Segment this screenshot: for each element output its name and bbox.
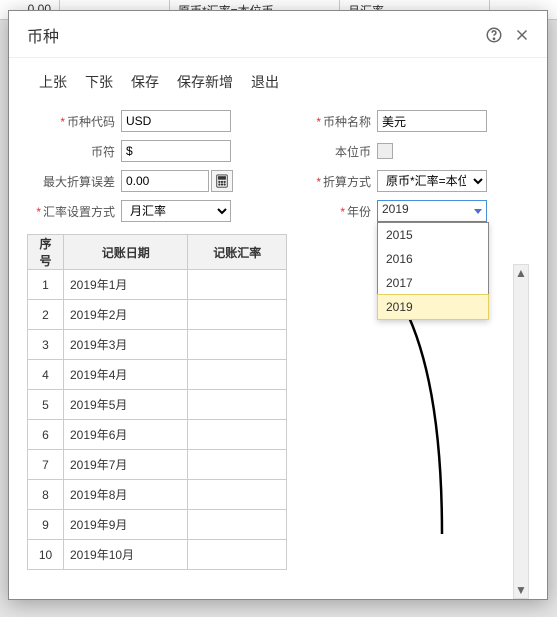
table-row[interactable]: 52019年5月 (28, 390, 287, 420)
cell-rate[interactable] (188, 540, 287, 570)
cell-index: 10 (28, 540, 64, 570)
input-max-error[interactable] (121, 170, 209, 192)
cell-index: 1 (28, 270, 64, 300)
cell-date: 2019年2月 (64, 300, 188, 330)
cell-rate[interactable] (188, 420, 287, 450)
cell-rate[interactable] (188, 360, 287, 390)
year-option[interactable]: 2015 (378, 223, 488, 247)
year-option[interactable]: 2017 (378, 271, 488, 295)
table-row[interactable]: 42019年4月 (28, 360, 287, 390)
checkbox-base-currency[interactable] (377, 143, 393, 159)
cell-rate[interactable] (188, 510, 287, 540)
cell-rate[interactable] (188, 300, 287, 330)
label-symbol: 币符 (27, 143, 121, 160)
input-name[interactable] (377, 110, 487, 132)
label-code: 币种代码 (27, 113, 121, 130)
col-date: 记账日期 (64, 235, 188, 270)
table-row[interactable]: 102019年10月 (28, 540, 287, 570)
label-rate-mode: 汇率设置方式 (27, 203, 121, 220)
col-rate: 记账汇率 (188, 235, 287, 270)
year-option[interactable]: 2019 (377, 294, 489, 320)
input-symbol[interactable] (121, 140, 231, 162)
table-row[interactable]: 32019年3月 (28, 330, 287, 360)
table-row[interactable]: 12019年1月 (28, 270, 287, 300)
rate-table: 序号 记账日期 记账汇率 12019年1月22019年2月32019年3月420… (27, 234, 287, 570)
dialog-toolbar: 上张 下张 保存 保存新增 退出 (9, 58, 547, 102)
cell-index: 4 (28, 360, 64, 390)
cell-index: 2 (28, 300, 64, 330)
table-row[interactable]: 62019年6月 (28, 420, 287, 450)
label-base-currency: 本位币 (283, 143, 377, 160)
cell-date: 2019年9月 (64, 510, 188, 540)
cell-rate[interactable] (188, 270, 287, 300)
form-area: 币种代码 币种名称 币符 本位币 最大折算误差 折算方式 原币*汇率 (9, 102, 547, 226)
toolbar-prev[interactable]: 上张 (39, 72, 67, 92)
dialog-header: 币种 (9, 11, 547, 58)
label-name: 币种名称 (283, 113, 377, 130)
table-row[interactable]: 92019年9月 (28, 510, 287, 540)
dialog-title: 币种 (27, 23, 477, 47)
help-icon[interactable] (483, 24, 505, 46)
cell-date: 2019年3月 (64, 330, 188, 360)
year-dropdown: 2015201620172019 (377, 222, 489, 320)
toolbar-save-new[interactable]: 保存新增 (177, 72, 233, 92)
label-conversion: 折算方式 (283, 173, 377, 190)
table-row[interactable]: 72019年7月 (28, 450, 287, 480)
cell-index: 8 (28, 480, 64, 510)
cell-date: 2019年4月 (64, 360, 188, 390)
cell-date: 2019年1月 (64, 270, 188, 300)
cell-date: 2019年10月 (64, 540, 188, 570)
table-row[interactable]: 22019年2月 (28, 300, 287, 330)
scroll-down-icon[interactable]: ▼ (514, 582, 528, 598)
cell-date: 2019年8月 (64, 480, 188, 510)
cell-rate[interactable] (188, 330, 287, 360)
cell-rate[interactable] (188, 450, 287, 480)
cell-index: 5 (28, 390, 64, 420)
table-row[interactable]: 82019年8月 (28, 480, 287, 510)
input-code[interactable] (121, 110, 231, 132)
toolbar-exit[interactable]: 退出 (251, 72, 279, 92)
scroll-up-icon[interactable]: ▲ (514, 265, 528, 281)
cell-date: 2019年6月 (64, 420, 188, 450)
select-conversion[interactable]: 原币*汇率=本位币 (377, 170, 487, 192)
toolbar-next[interactable]: 下张 (85, 72, 113, 92)
select-rate-mode[interactable]: 月汇率 (121, 200, 231, 222)
cell-date: 2019年5月 (64, 390, 188, 420)
toolbar-save[interactable]: 保存 (131, 72, 159, 92)
annotation-arrow (382, 294, 462, 544)
cell-rate[interactable] (188, 390, 287, 420)
close-icon[interactable] (511, 24, 533, 46)
label-year: 年份 (283, 203, 377, 220)
col-index: 序号 (28, 235, 64, 270)
label-max-error: 最大折算误差 (27, 173, 121, 190)
calculator-icon[interactable] (211, 170, 233, 192)
cell-rate[interactable] (188, 480, 287, 510)
cell-index: 7 (28, 450, 64, 480)
select-year[interactable]: 2019 (377, 200, 487, 222)
cell-index: 6 (28, 420, 64, 450)
cell-index: 9 (28, 510, 64, 540)
year-option[interactable]: 2016 (378, 247, 488, 271)
currency-dialog: 币种 上张 下张 保存 保存新增 退出 币种代码 币种名称 币符 本位币 (8, 10, 548, 600)
cell-index: 3 (28, 330, 64, 360)
cell-date: 2019年7月 (64, 450, 188, 480)
vertical-scrollbar[interactable]: ▲ ▼ (513, 264, 529, 599)
